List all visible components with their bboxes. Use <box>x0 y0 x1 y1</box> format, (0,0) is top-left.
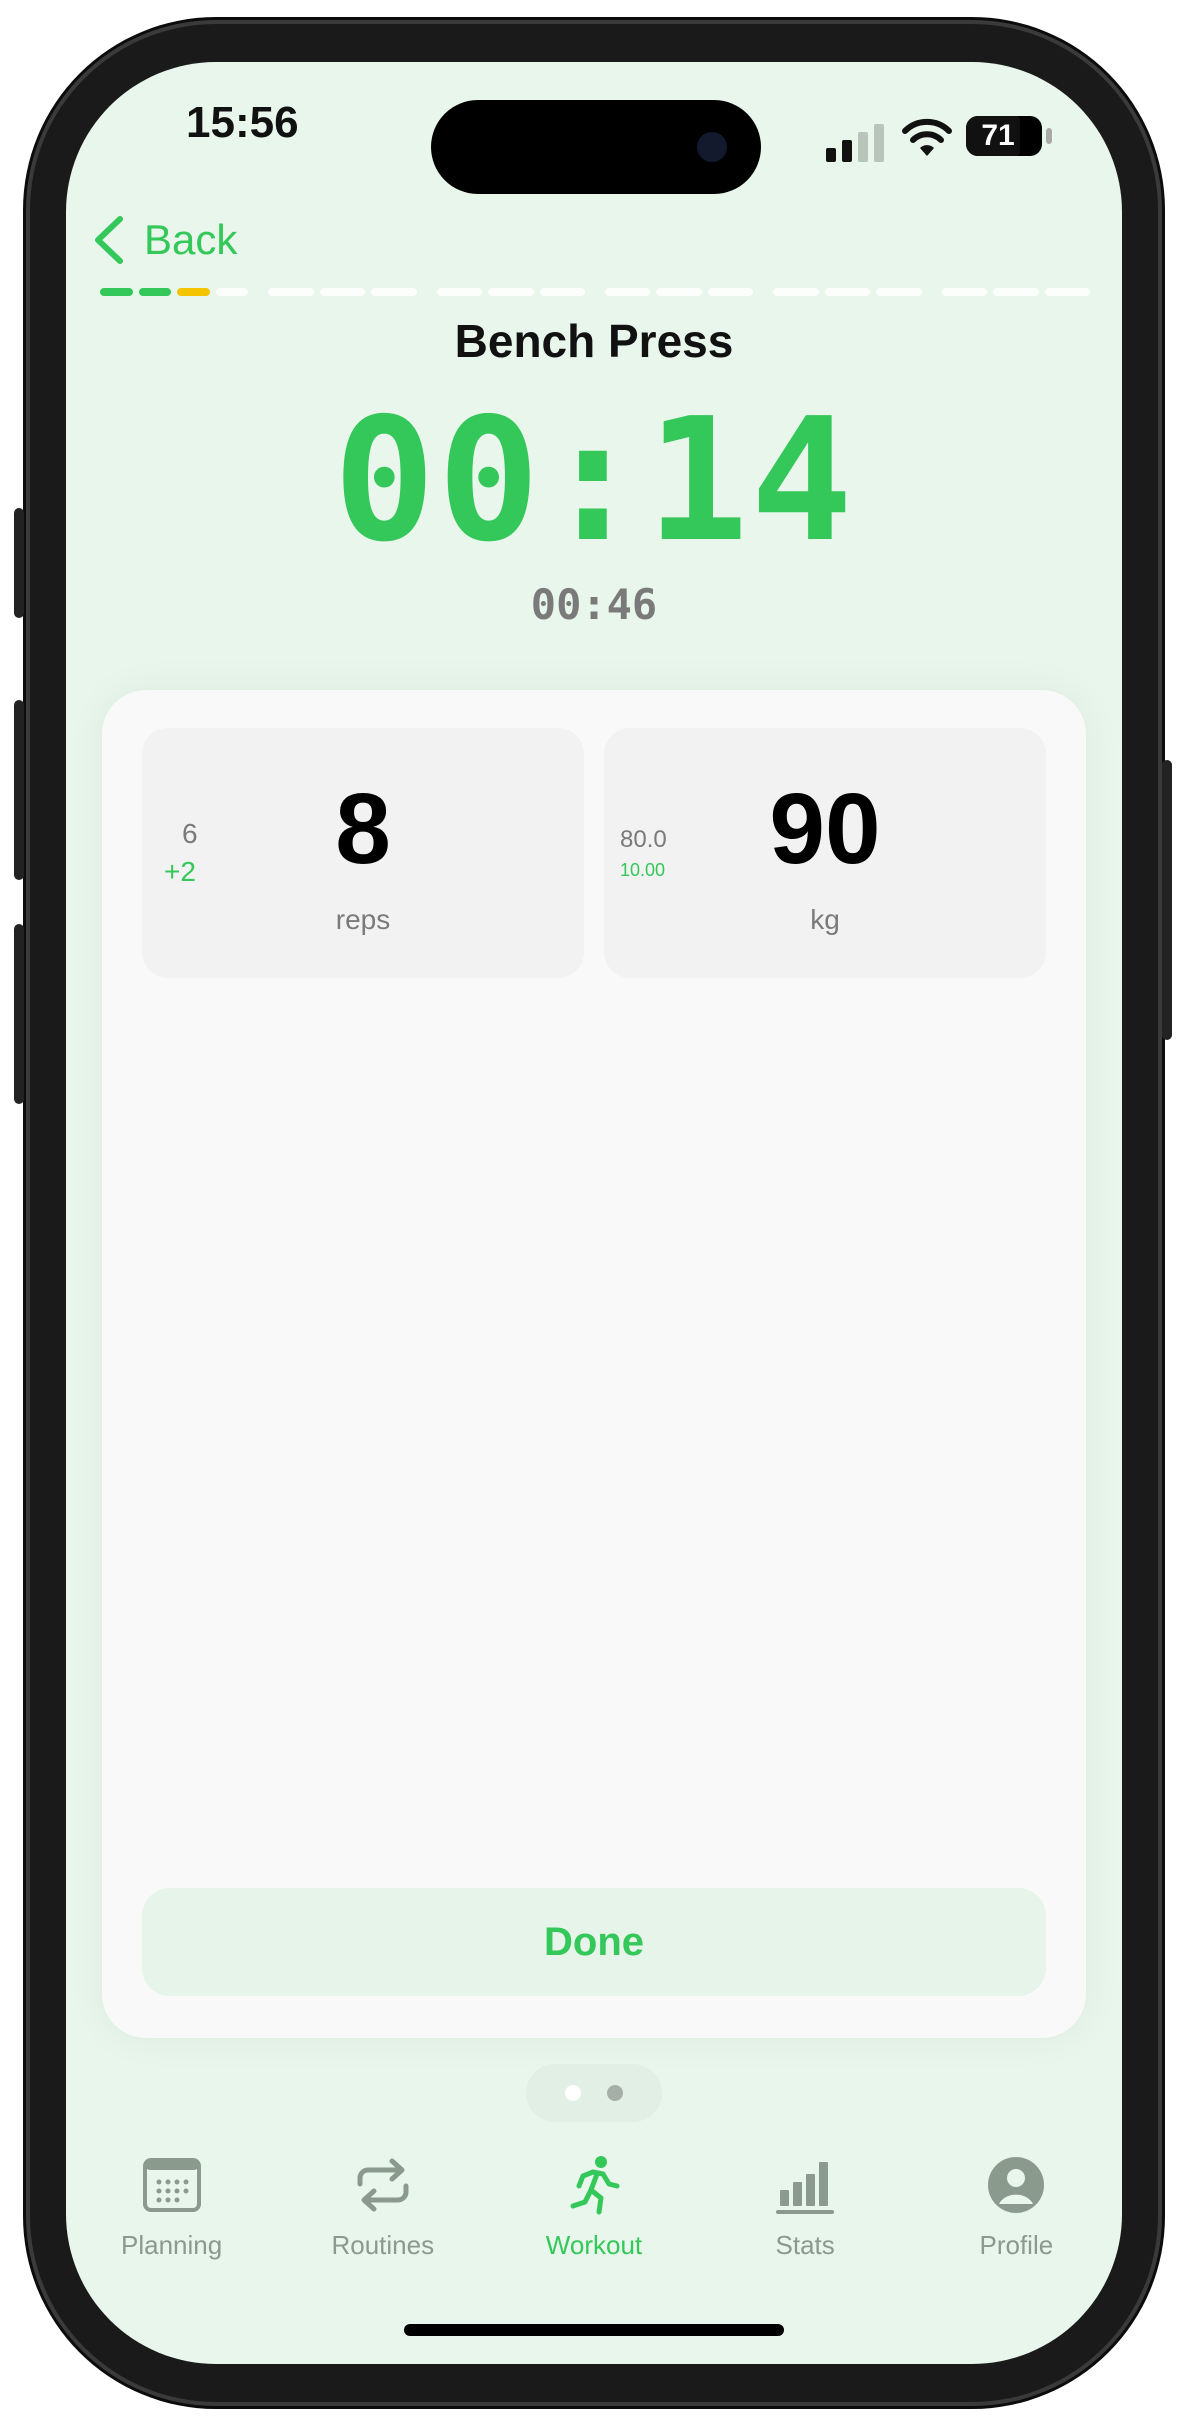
tab-planning[interactable]: Planning <box>72 2154 272 2294</box>
rest-timer: 00:14 <box>333 382 855 580</box>
done-button[interactable]: Done <box>142 1888 1046 1996</box>
progress-segment-pending <box>773 288 819 296</box>
remaining-timer: 00:46 <box>530 580 658 629</box>
tab-label-planning: Planning <box>120 2230 223 2260</box>
battery-cap <box>1046 128 1052 144</box>
tab-routines[interactable]: Routines <box>283 2154 483 2294</box>
progress-segment-pending <box>604 288 651 296</box>
progress-segment-done <box>100 288 133 296</box>
progress-segment-pending <box>371 288 417 296</box>
reps-unit: reps <box>335 904 391 935</box>
status-time: 15:56 <box>186 98 299 147</box>
tab-bar: Planning Routines Workout Stats Profile <box>66 2154 1122 2294</box>
exercise-title: Bench Press <box>454 315 734 367</box>
calendar-icon <box>142 2158 201 2212</box>
progress-group <box>100 288 249 296</box>
progress-segment-pending <box>319 288 366 296</box>
weight-stepper[interactable]: 80.0 10.00 90 kg <box>604 728 1046 978</box>
back-button[interactable]: Back <box>92 210 237 270</box>
tab-stats[interactable]: Stats <box>705 2154 905 2294</box>
repeat-icon <box>357 2158 409 2212</box>
tab-label-stats: Stats <box>775 2230 835 2260</box>
progress-segment-current <box>177 288 210 296</box>
progress-group <box>941 288 1090 296</box>
tab-label-routines: Routines <box>331 2230 435 2260</box>
wifi-icon <box>902 118 952 156</box>
tab-label-profile: Profile <box>979 2230 1054 2260</box>
progress-group <box>773 288 922 296</box>
battery-percentage: 71 <box>981 119 1015 152</box>
screen: 15:56 71 Back Bench Press 00:14 00:46 6 … <box>66 62 1122 2364</box>
progress-segment-pending <box>993 288 1039 296</box>
action-button <box>14 508 24 618</box>
progress-segment-pending <box>1044 288 1090 296</box>
progress-segment-pending <box>268 288 314 296</box>
weight-unit: kg <box>810 904 840 935</box>
set-progress-bar <box>100 288 1090 296</box>
home-indicator[interactable] <box>404 2324 784 2336</box>
back-label: Back <box>144 216 238 263</box>
progress-segment-pending <box>539 288 585 296</box>
progress-segment-pending <box>707 288 754 296</box>
progress-group <box>604 288 754 296</box>
progress-segment-pending <box>656 288 702 296</box>
page-dot-1[interactable] <box>565 2085 581 2101</box>
volume-up-button <box>14 700 24 880</box>
weight-value: 90 <box>769 773 881 885</box>
progress-segment-pending <box>436 288 483 296</box>
progress-segment-pending <box>941 288 988 296</box>
progress-segment-pending <box>215 288 249 296</box>
progress-segment-pending <box>824 288 871 296</box>
cellular-signal-icon <box>826 124 884 162</box>
page-dot-2[interactable] <box>607 2085 623 2101</box>
power-button <box>1162 760 1172 1040</box>
progress-segment-pending <box>876 288 922 296</box>
progress-segment-pending <box>488 288 534 296</box>
battery-icon: 71 <box>966 116 1042 156</box>
tab-label-workout: Workout <box>545 2230 643 2260</box>
page-indicator[interactable] <box>526 2064 662 2122</box>
reps-stepper[interactable]: 6 +2 8 reps <box>142 728 584 978</box>
chevron-left-icon <box>95 216 123 264</box>
progress-segment-done <box>138 288 172 296</box>
tab-workout[interactable]: Workout <box>494 2154 694 2294</box>
set-card: 6 +2 8 reps 80.0 10.00 90 kg Done <box>102 690 1086 2038</box>
camera-icon <box>697 132 727 162</box>
bar-chart-icon <box>776 2162 835 2214</box>
progress-group <box>268 288 417 296</box>
dynamic-island <box>431 100 761 194</box>
reps-value: 8 <box>335 773 391 885</box>
person-icon <box>988 2157 1045 2213</box>
tab-profile[interactable]: Profile <box>916 2154 1116 2294</box>
volume-down-button <box>14 924 24 1104</box>
progress-group <box>436 288 585 296</box>
running-icon <box>570 2156 620 2215</box>
